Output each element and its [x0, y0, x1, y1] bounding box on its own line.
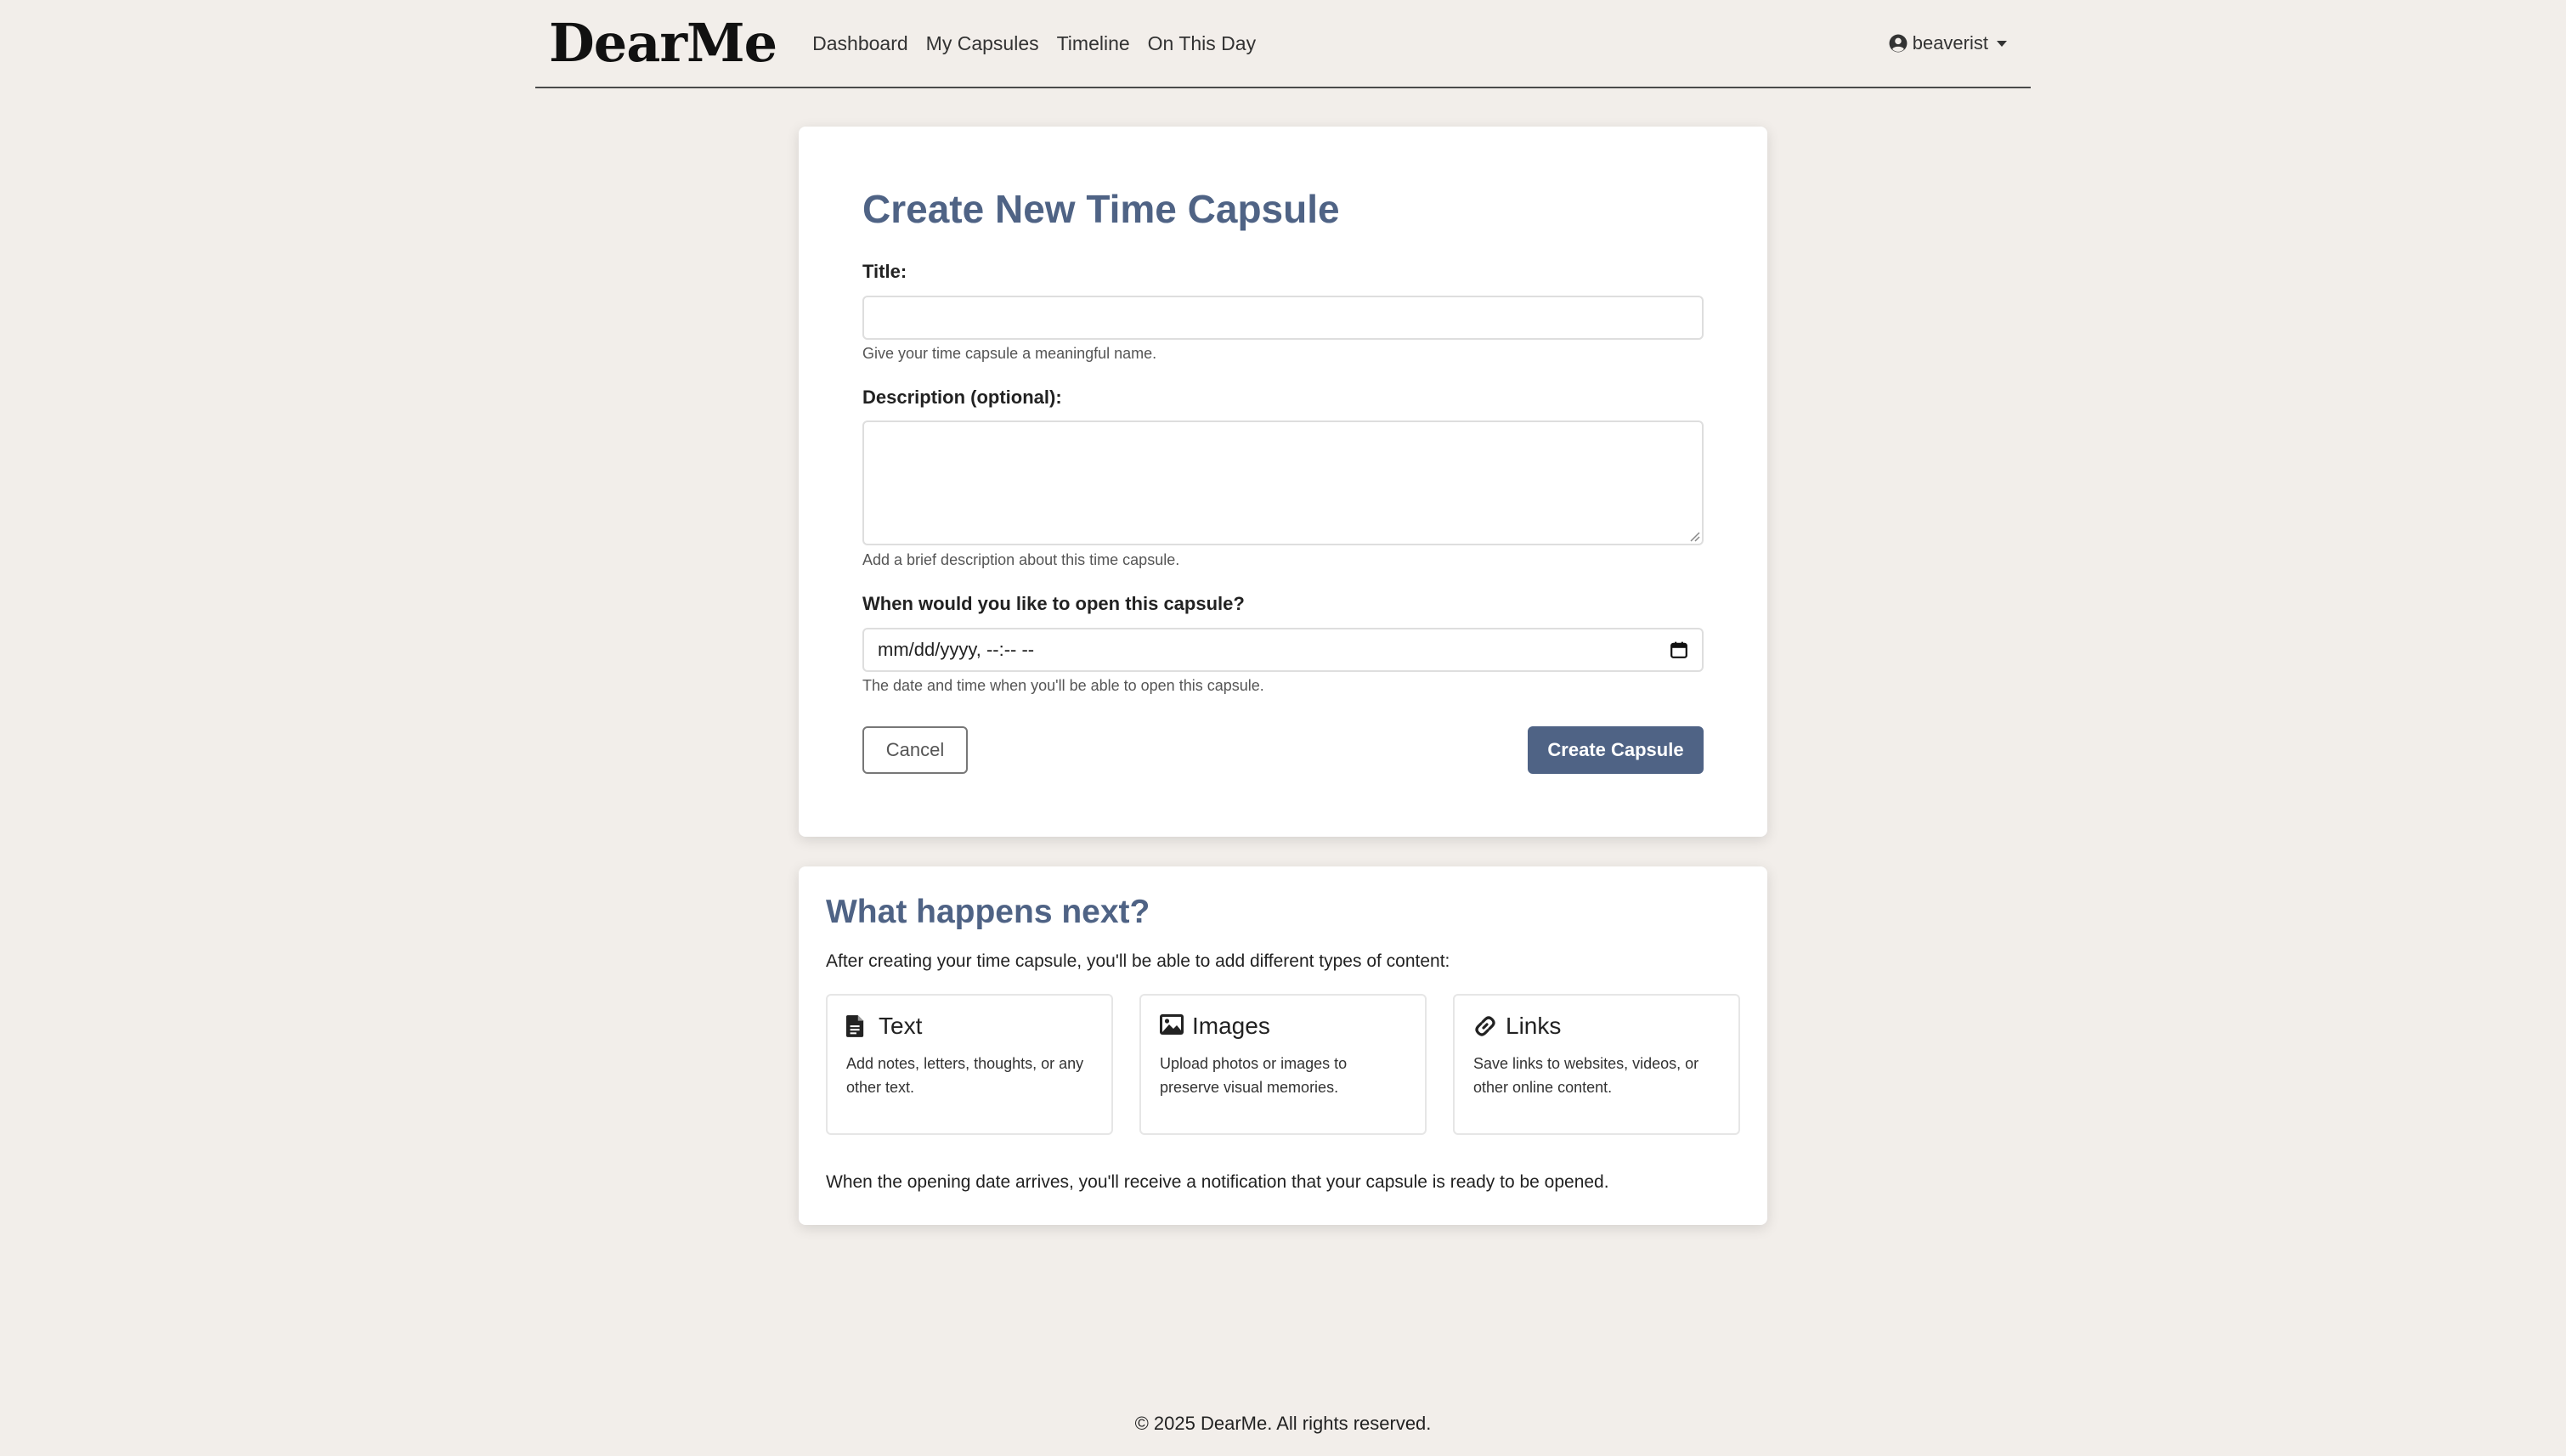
open-date-input[interactable]: mm/dd/yyyy, --:-- --	[862, 628, 1704, 672]
brand-logo[interactable]: DearMe	[549, 17, 777, 70]
description-help-text: Add a brief description about this time …	[862, 551, 1180, 568]
cancel-button[interactable]: Cancel	[862, 726, 968, 774]
description-textarea[interactable]	[862, 420, 1704, 545]
info-intro: After creating your time capsule, you'll…	[826, 951, 1450, 971]
chevron-down-icon	[1997, 40, 2007, 47]
content-type-text-description: Add notes, letters, thoughts, or any oth…	[846, 1055, 1084, 1096]
copyright-footer: © 2025 DearMe. All rights reserved.	[1134, 1413, 1432, 1434]
content-type-links: Links Save links to websites, videos, or…	[1453, 994, 1740, 1135]
content-type-links-title: Links	[1506, 1013, 1562, 1039]
file-text-icon	[846, 1014, 870, 1038]
resize-handle-icon[interactable]	[1688, 530, 1700, 542]
title-label: Title:	[862, 261, 907, 282]
content-type-images-description: Upload photos or images to preserve visu…	[1160, 1055, 1348, 1096]
content-type-links-description: Save links to websites, videos, or other…	[1473, 1055, 1699, 1096]
content-type-images-heading: Images	[1160, 1013, 1406, 1040]
calendar-icon[interactable]	[1670, 641, 1688, 659]
create-capsule-card: Create New Time Capsule Title: Give your…	[799, 127, 1767, 837]
open-date-help-text: The date and time when you'll be able to…	[862, 677, 1264, 694]
title-help-text: Give your time capsule a meaningful name…	[862, 345, 1157, 362]
info-footer: When the opening date arrives, you'll re…	[826, 1172, 1609, 1192]
link-icon	[1473, 1014, 1497, 1038]
info-title: What happens next?	[826, 894, 1150, 930]
nav-on-this-day[interactable]: On This Day	[1148, 32, 1256, 55]
open-date-label: When would you like to open this capsule…	[862, 593, 1245, 614]
user-circle-icon	[1889, 34, 1908, 53]
what-happens-next-card: What happens next? After creating your t…	[799, 866, 1767, 1225]
user-menu-dropdown[interactable]: beaverist	[1889, 32, 2007, 54]
nav-my-capsules[interactable]: My Capsules	[926, 32, 1039, 55]
nav-dashboard[interactable]: Dashboard	[812, 32, 908, 55]
date-placeholder: mm/dd/yyyy, --:-- --	[878, 639, 1035, 660]
navbar: DearMe Dashboard My Capsules Timeline On…	[535, 0, 2031, 88]
title-input[interactable]	[862, 296, 1704, 340]
page-title: Create New Time Capsule	[862, 187, 1340, 231]
content-type-links-heading: Links	[1473, 1013, 1720, 1040]
content-type-images-title: Images	[1192, 1013, 1270, 1039]
nav-links: Dashboard My Capsules Timeline On This D…	[812, 32, 1274, 55]
description-label: Description (optional):	[862, 387, 1062, 408]
content-type-text: Text Add notes, letters, thoughts, or an…	[826, 994, 1113, 1135]
content-type-text-heading: Text	[846, 1013, 1093, 1040]
user-name: beaverist	[1912, 32, 1988, 54]
content-type-text-title: Text	[879, 1013, 923, 1039]
nav-timeline[interactable]: Timeline	[1057, 32, 1130, 55]
create-capsule-button[interactable]: Create Capsule	[1528, 726, 1704, 774]
content-type-images: Images Upload photos or images to preser…	[1139, 994, 1427, 1135]
image-icon	[1160, 1014, 1184, 1038]
description-wrapper	[862, 420, 1704, 545]
